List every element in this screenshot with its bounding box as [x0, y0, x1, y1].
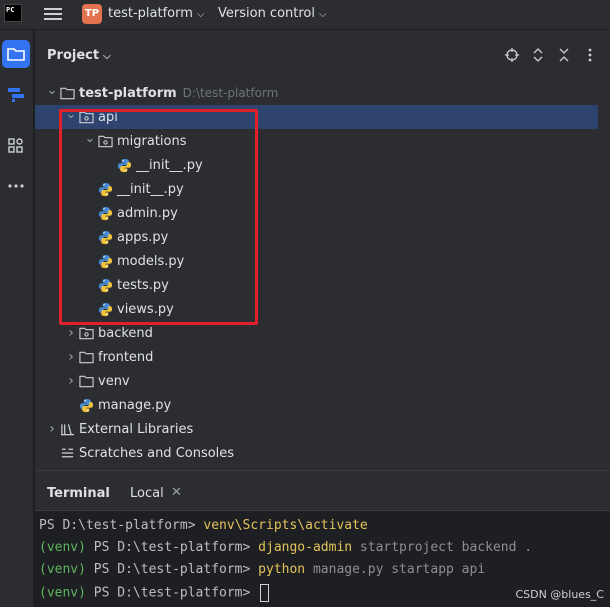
highlight-box — [59, 109, 258, 325]
tree-item-label: test-platform — [79, 85, 177, 101]
chevron-right-icon[interactable]: › — [64, 349, 78, 365]
version-control-label: Version control — [218, 6, 315, 21]
expand-collapse-icon[interactable] — [530, 46, 546, 64]
library-icon — [59, 421, 75, 437]
terminal-title: Terminal — [47, 486, 110, 501]
tree-item[interactable]: › venv — [35, 369, 598, 393]
watermark: CSDN @blues_C — [515, 588, 604, 601]
commit-icon — [8, 88, 24, 102]
terminal-venv: (venv) — [39, 562, 94, 577]
terminal-prompt: PS D:\test-platform> — [93, 540, 259, 555]
ellipsis-icon — [8, 184, 24, 188]
tree-item-path: D:\test-platform — [182, 86, 279, 100]
terminal-line: (venv) PS D:\test-platform> django-admin… — [39, 540, 532, 555]
terminal-cmd: django-admin — [258, 540, 353, 555]
version-control-menu[interactable]: Version control ⌵ — [218, 6, 327, 21]
chevron-right-icon[interactable]: › — [45, 421, 59, 437]
terminal-cmd: venv\Scripts\activate — [203, 518, 368, 533]
main-menu-icon[interactable] — [44, 6, 62, 22]
terminal-tab-bar: Terminal Local ✕ — [35, 471, 610, 511]
chevron-right-icon[interactable]: › — [64, 373, 78, 389]
tree-item[interactable]: › External Libraries — [35, 417, 598, 441]
tree-item-label: venv — [98, 373, 130, 389]
folder-icon — [59, 85, 75, 101]
terminal-prompt: PS D:\test-platform> — [39, 518, 204, 533]
tree-item[interactable]: ⌄ test-platform D:\test-platform — [35, 81, 598, 105]
terminal-venv: (venv) — [39, 540, 94, 555]
project-selector[interactable]: test-platform ⌵ — [108, 6, 205, 21]
tree-item-label: Scratches and Consoles — [79, 445, 235, 461]
terminal-line: (venv) PS D:\test-platform> — [39, 584, 270, 602]
project-badge[interactable]: TP — [82, 4, 102, 24]
chevron-down-icon: ⌵ — [196, 9, 205, 20]
terminal-cursor — [260, 584, 270, 602]
terminal-panel: Terminal Local ✕ PS D:\test-platform> ve… — [35, 470, 610, 607]
tool-strip — [0, 30, 34, 607]
terminal-venv: (venv) — [39, 585, 94, 601]
tree-item-label: External Libraries — [79, 421, 194, 437]
terminal-args: manage.py startapp api — [305, 562, 486, 577]
terminal-cmd: python — [258, 562, 306, 577]
tree-item-label: backend — [98, 325, 153, 341]
collapse-all-icon[interactable] — [556, 46, 572, 64]
chevron-right-icon[interactable]: › — [64, 325, 78, 341]
terminal-args: startproject backend . — [352, 540, 533, 555]
scratches-icon — [59, 445, 75, 461]
python-file-icon — [78, 397, 94, 413]
pycharm-logo: PC — [4, 4, 22, 22]
panel-actions — [504, 46, 598, 64]
project-panel-title[interactable]: Project ⌵ — [47, 48, 111, 63]
terminal-line: PS D:\test-platform> venv\Scripts\activa… — [39, 518, 368, 533]
plugins-tool-button[interactable] — [2, 132, 30, 160]
close-icon[interactable]: ✕ — [171, 485, 182, 500]
tree-item[interactable]: › frontend — [35, 345, 598, 369]
chevron-down-icon[interactable]: ⌄ — [45, 83, 59, 98]
chevron-down-icon: ⌵ — [319, 9, 327, 20]
more-icon[interactable] — [582, 46, 598, 64]
more-tools-button[interactable] — [2, 172, 30, 200]
tree-item-label: frontend — [98, 349, 154, 365]
title-bar: PC TP test-platform ⌵ Version control ⌵ — [0, 0, 610, 30]
terminal-prompt: PS D:\test-platform> — [93, 585, 259, 601]
terminal-tab-local[interactable]: Local — [130, 486, 164, 501]
terminal-prompt: PS D:\test-platform> — [93, 562, 259, 577]
panel-title-label: Project — [47, 48, 100, 63]
tree-item-label: manage.py — [98, 397, 172, 413]
folder-icon — [78, 373, 94, 389]
chevron-down-icon: ⌵ — [103, 51, 111, 62]
project-name: test-platform — [108, 6, 193, 21]
package-folder-icon — [78, 325, 94, 341]
project-tool-button[interactable] — [2, 40, 30, 68]
folder-icon — [78, 349, 94, 365]
terminal-line: (venv) PS D:\test-platform> python manag… — [39, 562, 485, 577]
structure-tool-button[interactable] — [2, 80, 30, 108]
tree-item[interactable]: Scratches and Consoles — [35, 441, 598, 465]
target-icon[interactable] — [504, 46, 520, 64]
blocks-icon — [8, 138, 23, 153]
file-item[interactable]: manage.py — [35, 393, 598, 417]
folder-icon — [7, 48, 25, 61]
